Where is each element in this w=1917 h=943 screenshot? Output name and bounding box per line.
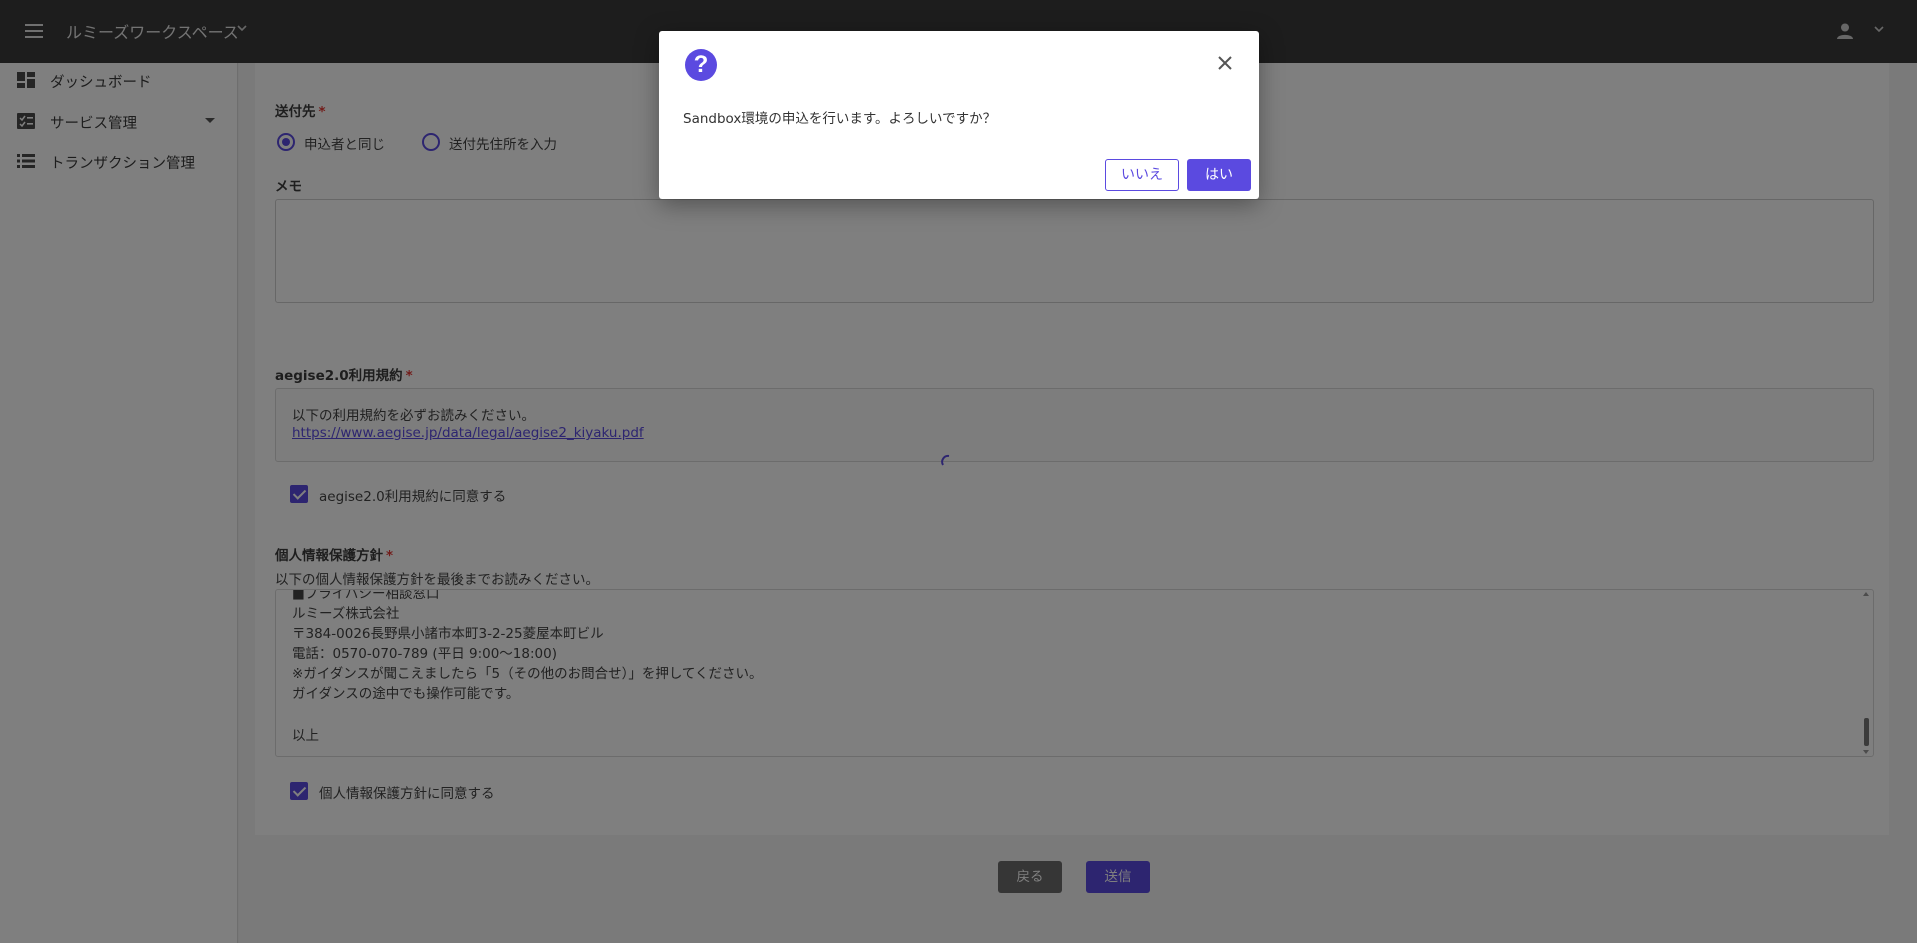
close-icon[interactable]	[1215, 53, 1235, 73]
question-icon: ?	[685, 49, 717, 81]
yes-button[interactable]: はい	[1187, 159, 1251, 191]
confirm-dialog: ? Sandbox環境の申込を行います。よろしいですか？ いいえ はい	[659, 31, 1259, 199]
no-button[interactable]: いいえ	[1105, 159, 1179, 191]
dialog-message: Sandbox環境の申込を行います。よろしいですか？	[683, 111, 997, 127]
